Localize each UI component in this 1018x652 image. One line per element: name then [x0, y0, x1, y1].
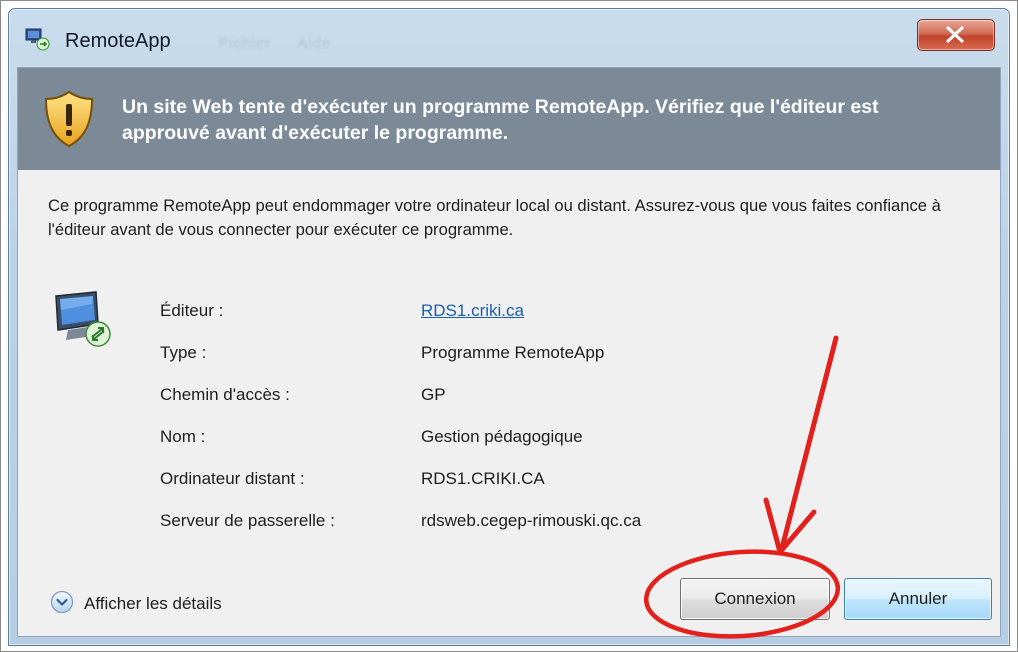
title-bar[interactable]: RemoteApp Fichier Aide	[9, 9, 1009, 65]
connect-button[interactable]: Connexion	[680, 578, 830, 620]
cancel-button[interactable]: Annuler	[844, 578, 992, 620]
warning-message: Un site Web tente d'exécuter un programm…	[122, 96, 879, 144]
type-value: Programme RemoteApp	[421, 343, 605, 362]
background-menu: Fichier Aide	[219, 35, 353, 52]
remoteapp-icon	[25, 27, 51, 51]
dialog-window: RemoteApp Fichier Aide Un site Web tente…	[8, 8, 1010, 646]
window-title: RemoteApp	[65, 30, 171, 52]
gateway-server-label: Serveur de passerelle :	[160, 511, 335, 530]
dialog-content: Un site Web tente d'exécuter un programm…	[17, 67, 1001, 637]
property-values: RDS1.criki.ca Programme RemoteApp GP Ges…	[421, 290, 641, 542]
type-label: Type :	[160, 343, 207, 362]
name-value: Gestion pédagogique	[421, 427, 583, 446]
warning-shield-icon	[44, 90, 94, 153]
publisher-link[interactable]: RDS1.criki.ca	[421, 301, 524, 320]
background-menu-item: Fichier	[219, 35, 272, 52]
warning-banner: Un site Web tente d'exécuter un programm…	[18, 68, 1000, 170]
remote-computer-value: RDS1.CRIKI.CA	[421, 469, 545, 488]
property-labels: Éditeur : Type : Chemin d'accès : Nom : …	[160, 290, 335, 542]
name-label: Nom :	[160, 427, 206, 446]
remote-computer-icon	[52, 290, 116, 357]
path-label: Chemin d'accès :	[160, 385, 290, 404]
gateway-server-value: rdsweb.cegep-rimouski.qc.ca	[421, 511, 642, 530]
path-value: GP	[421, 385, 446, 404]
close-button[interactable]	[917, 19, 995, 51]
close-icon	[946, 26, 964, 43]
show-details-toggle[interactable]: Afficher les détails	[50, 588, 222, 620]
chevron-down-circle-icon	[50, 590, 74, 619]
publisher-label: Éditeur :	[160, 301, 224, 320]
show-details-label: Afficher les détails	[84, 594, 222, 613]
remote-computer-label: Ordinateur distant :	[160, 469, 305, 488]
background-menu-item: Aide	[297, 35, 332, 52]
description-text: Ce programme RemoteApp peut endommager v…	[48, 196, 941, 239]
